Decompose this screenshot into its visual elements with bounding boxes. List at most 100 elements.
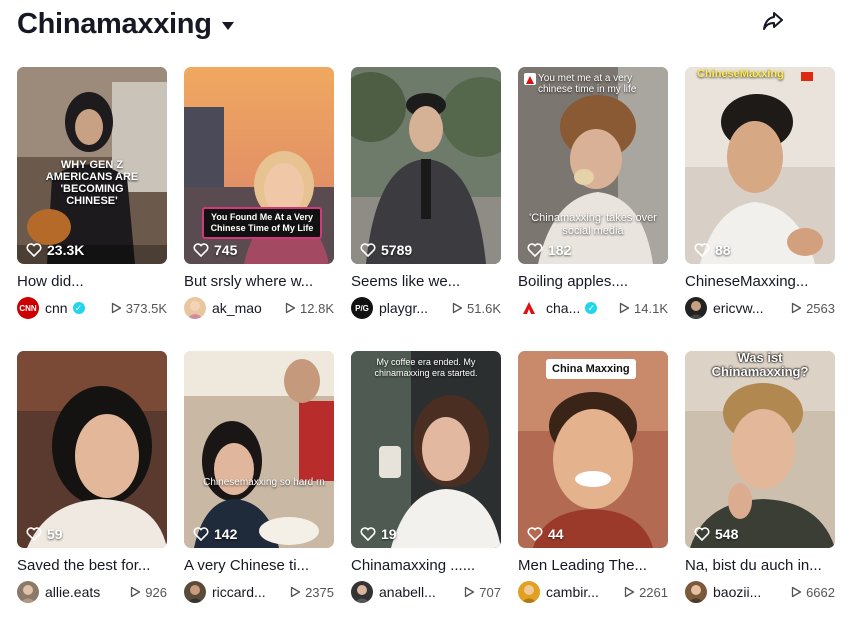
avatar[interactable] (184, 581, 206, 603)
like-count: 44 (527, 526, 564, 542)
avatar[interactable] (518, 581, 540, 603)
heart-icon (694, 243, 710, 257)
view-count: 12.8K (285, 301, 334, 316)
like-count: 19 (360, 526, 397, 542)
author-name[interactable]: riccard... (212, 584, 266, 600)
video-card[interactable]: WHY GEN Z AMERICANS ARE 'BECOMING CHINES… (17, 67, 167, 337)
view-count: 707 (464, 585, 501, 600)
play-icon (624, 586, 635, 598)
share-icon[interactable] (760, 8, 786, 34)
video-card[interactable]: My coffee era ended. My chinamaxxing era… (351, 351, 501, 621)
views-value: 14.1K (634, 300, 668, 316)
page-title: Chinamaxxing (17, 7, 212, 40)
author-name[interactable]: ak_mao (212, 300, 262, 316)
video-caption[interactable]: Chinamaxxing ...... (351, 557, 501, 574)
video-caption[interactable]: How did... (17, 273, 167, 290)
avatar[interactable] (184, 297, 206, 319)
author-name[interactable]: cnn (45, 300, 68, 316)
video-caption[interactable]: Seems like we... (351, 273, 501, 290)
video-thumbnail[interactable]: China Maxxing 44 (518, 351, 668, 548)
play-icon (290, 586, 301, 598)
author-name[interactable]: ericvw... (713, 300, 764, 316)
avatar[interactable] (17, 581, 39, 603)
video-caption[interactable]: Na, bist du auch in... (685, 557, 835, 574)
video-meta: CNN cnn ✓ 373.5K (17, 297, 167, 319)
heart-icon (360, 527, 376, 541)
play-icon (111, 302, 121, 314)
like-count: 548 (694, 526, 738, 542)
avatar[interactable] (685, 581, 707, 603)
like-count: 59 (26, 526, 63, 542)
play-icon (619, 302, 630, 314)
china-flag-icon (801, 72, 813, 81)
video-caption[interactable]: Saved the best for... (17, 557, 167, 574)
verified-badge-icon: ✓ (72, 302, 85, 314)
author-name[interactable]: allie.eats (45, 584, 100, 600)
video-meta: cambir... 2261 (518, 581, 668, 603)
video-overlay-text: Was ist Chinamaxxing? (711, 351, 809, 379)
play-icon (452, 302, 463, 314)
avatar[interactable] (685, 297, 707, 319)
video-card[interactable]: China Maxxing 44 Men Leading The... camb… (518, 351, 668, 621)
view-count: 51.6K (452, 301, 501, 316)
video-meta: anabell... 707 (351, 581, 501, 603)
like-count: 142 (193, 526, 237, 542)
author-name[interactable]: baozii... (713, 584, 761, 600)
video-caption[interactable]: A very Chinese ti... (184, 557, 334, 574)
like-count: 182 (527, 242, 571, 258)
video-caption[interactable]: ChineseMaxxing... (685, 273, 835, 290)
author-name[interactable]: cambir... (546, 584, 599, 600)
video-overlay-text: Chinesemaxxing so hard rn (203, 477, 325, 488)
video-caption[interactable]: But srsly where w... (184, 273, 334, 290)
author-name[interactable]: cha... (546, 300, 580, 316)
video-thumbnail[interactable]: You met me at a very chinese time in my … (518, 67, 668, 264)
like-count: 5789 (360, 242, 412, 258)
views-value: 6662 (806, 584, 835, 600)
avatar[interactable] (351, 581, 373, 603)
video-card[interactable]: 59 Saved the best for... allie.eats 926 (17, 351, 167, 621)
author-name[interactable]: playgr... (379, 300, 428, 316)
video-card[interactable]: Was ist Chinamaxxing? 548 Na, bist du au… (685, 351, 835, 621)
video-card[interactable]: ChineseMaxxing 88 ChineseMaxxing... eric… (685, 67, 835, 337)
video-caption[interactable]: Men Leading The... (518, 557, 668, 574)
video-caption[interactable]: Boiling apples.... (518, 273, 668, 290)
verified-badge-icon: ✓ (585, 302, 598, 314)
video-thumbnail[interactable]: ChineseMaxxing 88 (685, 67, 835, 264)
view-count: 2563 (791, 301, 835, 316)
video-thumbnail[interactable]: My coffee era ended. My chinamaxxing era… (351, 351, 501, 548)
views-value: 2563 (806, 300, 835, 316)
video-thumbnail[interactable]: WHY GEN Z AMERICANS ARE 'BECOMING CHINES… (17, 67, 167, 264)
likes-value: 745 (214, 242, 238, 258)
video-thumbnail[interactable]: 59 (17, 351, 167, 548)
play-icon (791, 302, 802, 314)
play-icon (791, 586, 802, 598)
like-count: 745 (193, 242, 237, 258)
view-count: 6662 (791, 585, 835, 600)
video-thumbnail[interactable]: You Found Me At a Very Chinese Time of M… (184, 67, 334, 264)
avatar[interactable] (518, 297, 540, 319)
video-thumbnail[interactable]: Was ist Chinamaxxing? 548 (685, 351, 835, 548)
video-meta: ak_mao 12.8K (184, 297, 334, 319)
video-overlay-caption: You met me at a very chinese time in my … (538, 73, 637, 95)
view-count: 14.1K (619, 301, 668, 316)
avatar[interactable]: CNN (17, 297, 39, 319)
video-card[interactable]: You met me at a very chinese time in my … (518, 67, 668, 337)
chevron-down-icon[interactable] (221, 22, 234, 30)
views-value: 707 (479, 584, 501, 600)
video-meta: ericvw... 2563 (685, 297, 835, 319)
video-thumbnail[interactable]: Chinesemaxxing so hard rn 142 (184, 351, 334, 548)
play-icon (465, 586, 475, 598)
video-overlay-text: My coffee era ended. My chinamaxxing era… (374, 357, 478, 378)
video-card[interactable]: 5789 Seems like we... P/G playgr... 51.6… (351, 67, 501, 337)
heart-icon (193, 243, 209, 257)
likes-value: 44 (548, 526, 564, 542)
video-thumbnail[interactable]: 5789 (351, 67, 501, 264)
video-meta: allie.eats 926 (17, 581, 167, 603)
video-card[interactable]: You Found Me At a Very Chinese Time of M… (184, 67, 334, 337)
video-overlay-text: China Maxxing (546, 359, 636, 379)
video-card[interactable]: Chinesemaxxing so hard rn 142 A very Chi… (184, 351, 334, 621)
video-meta: baozii... 6662 (685, 581, 835, 603)
likes-value: 19 (381, 526, 397, 542)
avatar[interactable]: P/G (351, 297, 373, 319)
author-name[interactable]: anabell... (379, 584, 436, 600)
